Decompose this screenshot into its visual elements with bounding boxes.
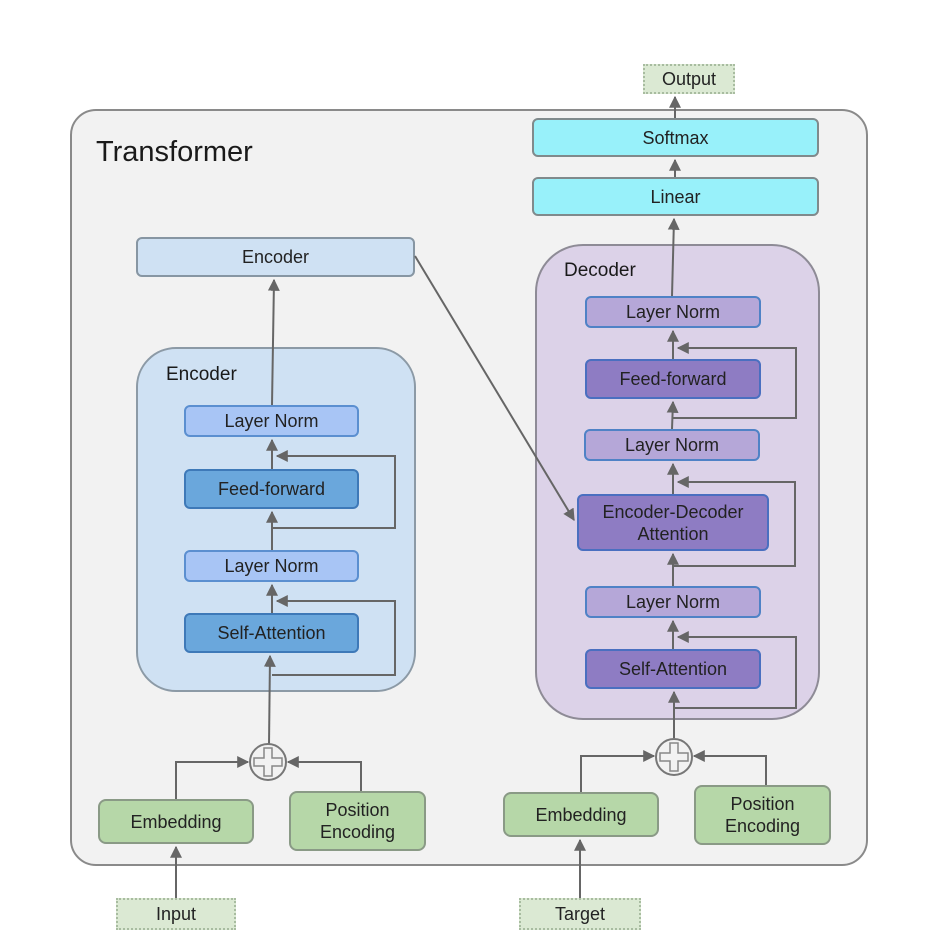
arrow-encoder-to-output xyxy=(267,278,280,406)
arrow-enc-pos-to-add xyxy=(286,756,362,791)
arrow-encoder-to-cross-attention xyxy=(414,255,575,522)
dec-residual-2 xyxy=(673,476,796,567)
enc-residual-2 xyxy=(272,450,396,529)
arrow-dec-embed-to-add xyxy=(580,750,656,792)
dec-residual-3 xyxy=(673,342,797,419)
arrow-dec-pos-to-add xyxy=(692,750,767,785)
arrow-enc-input-to-sa xyxy=(263,654,276,746)
enc-residual-1 xyxy=(272,595,396,676)
arrow-enc-embed-to-add xyxy=(175,756,250,799)
arrow-decoder-to-linear xyxy=(667,217,680,297)
arrow-dec-ln2-to-ff xyxy=(666,400,679,430)
dec-residual-1 xyxy=(673,631,797,709)
connection-wires xyxy=(170,95,797,898)
